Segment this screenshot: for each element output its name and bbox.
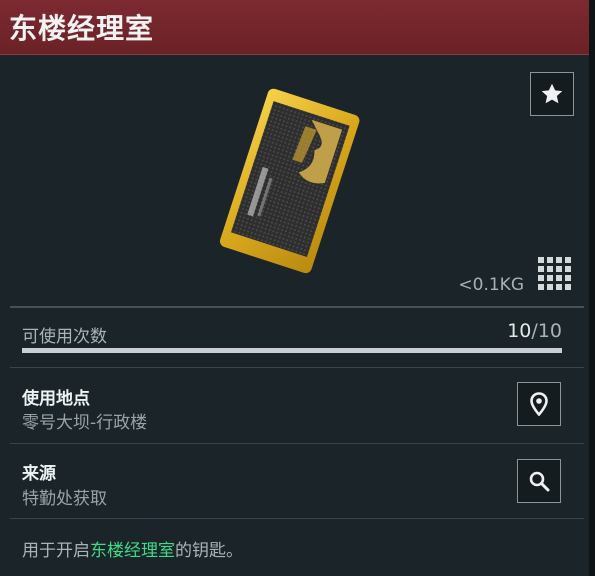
star-icon (541, 83, 563, 104)
item-weight: <0.1KG (458, 275, 524, 295)
row-divider (10, 518, 584, 519)
title-bar: 东楼经理室 (0, 0, 589, 55)
panel-edge (589, 0, 595, 576)
source-button[interactable] (517, 459, 561, 503)
grid-icon (538, 257, 571, 290)
uses-progress-fill (22, 348, 562, 353)
search-icon (529, 471, 550, 492)
location-title: 使用地点 (22, 389, 90, 409)
description-prefix: 用于开启 (22, 541, 90, 561)
item-description: 用于开启东楼经理室的钥匙。 (22, 536, 243, 561)
uses-current: 10 (507, 320, 532, 342)
uses-label: 可使用次数 (22, 327, 107, 347)
uses-value: 10/10 (507, 320, 562, 342)
source-value: 特勤处获取 (22, 489, 107, 509)
location-button[interactable] (517, 382, 561, 426)
location-value: 零号大坝-行政楼 (22, 413, 148, 433)
source-title: 来源 (22, 464, 56, 484)
keycard-image (219, 88, 360, 274)
row-divider (10, 443, 584, 444)
row-divider (10, 367, 584, 368)
section-divider (10, 306, 584, 308)
map-pin-icon (530, 392, 548, 416)
description-highlight: 东楼经理室 (90, 541, 175, 561)
uses-progress-bar (22, 348, 562, 353)
favorite-button[interactable] (530, 72, 574, 116)
uses-max: 10 (537, 320, 562, 342)
description-suffix: 的钥匙。 (175, 541, 243, 561)
item-title: 东楼经理室 (9, 12, 155, 45)
